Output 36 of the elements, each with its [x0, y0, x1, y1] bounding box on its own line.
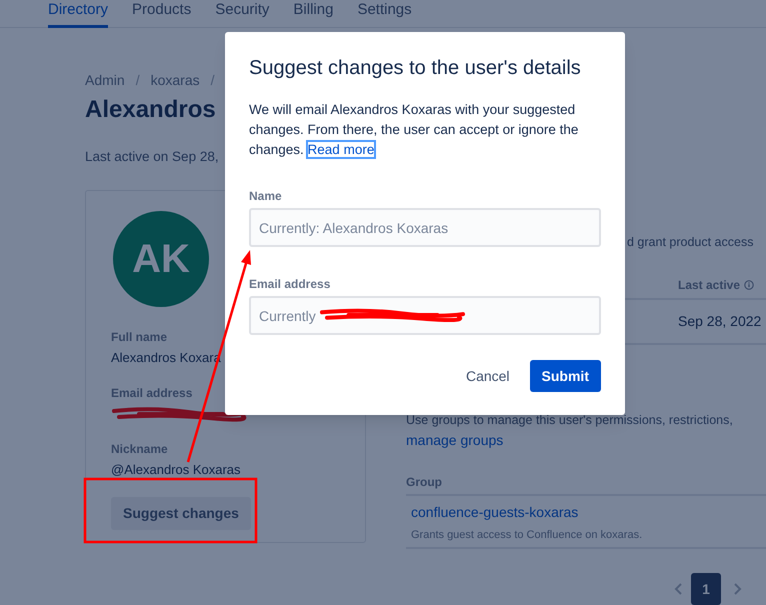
description-text: d grant product access: [627, 234, 754, 251]
last-active-text: Last active on Sep 28,: [85, 148, 219, 166]
nav-tab[interactable]: Billing: [293, 0, 334, 28]
field-label: Full name: [111, 329, 168, 345]
field-label: Nickname: [111, 441, 169, 457]
nav-tab[interactable]: Products: [132, 0, 192, 28]
column-header: Group: [406, 474, 766, 496]
field-value: @Alexandros Koxaras: [111, 461, 241, 479]
field-label: Name: [249, 188, 283, 204]
manage-groups-link[interactable]: manage groups: [406, 430, 766, 450]
table-cell-text: Sep 28, 2022: [678, 312, 762, 331]
field-label: Email address: [249, 276, 332, 292]
column-header: Last active: [678, 277, 740, 294]
nav-tab[interactable]: Settings: [357, 0, 412, 28]
avatar: AK: [113, 211, 209, 307]
dialog-text: We will email Alexandros Koxaras with your suggested changes. From there, the user can accept or ignore the changes. Read more: [249, 101, 580, 159]
breadcrumb-link[interactable]: koxaras: [150, 70, 200, 90]
field-label: Email address: [111, 385, 194, 401]
breadcrumb-separator: /: [134, 71, 141, 90]
group-link[interactable]: confluence-guests-koxaras: [411, 502, 766, 522]
nav-tab[interactable]: Security: [215, 0, 270, 28]
page-title: Alexandros: [85, 95, 216, 125]
breadcrumb-separator: /: [210, 71, 216, 90]
input-field[interactable]: Currently: [249, 296, 601, 335]
cancel-button[interactable]: Cancel: [454, 360, 522, 392]
input-field[interactable]: Currently: Alexandros Koxaras: [249, 208, 601, 247]
dialog-title: Suggest changes to the user's details: [249, 56, 582, 80]
group-description: Grants guest access to Confluence on koxaras.: [411, 528, 644, 542]
description-text: Use groups to manage this user's permissions, restrictions,: [406, 412, 733, 429]
breadcrumb-link[interactable]: Admin: [85, 70, 125, 90]
nav-tab[interactable]: Directory: [48, 0, 108, 28]
read-more-link[interactable]: Read more: [308, 142, 374, 157]
info-icon[interactable]: [744, 280, 754, 290]
page-button[interactable]: 1: [691, 573, 721, 605]
submit-button[interactable]: Submit: [530, 360, 601, 392]
suggest-changes-button[interactable]: Suggest changes: [111, 497, 251, 530]
